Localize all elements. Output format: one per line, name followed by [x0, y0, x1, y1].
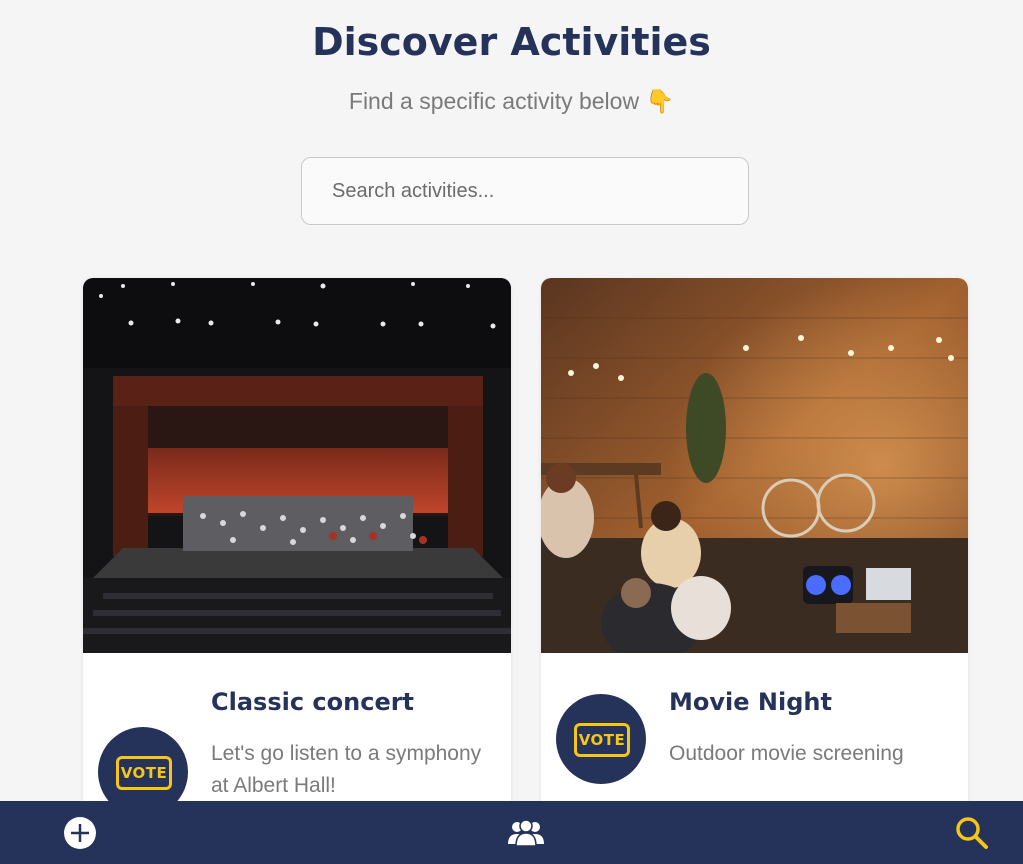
groups-button[interactable]	[496, 801, 556, 864]
activity-card[interactable]: VOTE Classic concert Let's go listen to …	[83, 278, 511, 838]
activity-card[interactable]: VOTE Movie Night Outdoor movie screening	[541, 278, 968, 838]
page-title: Discover Activities	[312, 20, 711, 64]
group-icon	[508, 818, 544, 847]
activity-title: Movie Night	[669, 688, 832, 716]
vote-badge: VOTE	[116, 756, 172, 790]
activity-image-concert	[83, 278, 511, 653]
activity-description: Outdoor movie screening	[669, 742, 904, 765]
activity-title: Classic concert	[211, 688, 415, 716]
plus-circle-icon	[64, 816, 96, 849]
activity-description: Let's go listen to a symphony at Albert …	[211, 742, 482, 797]
search-input[interactable]	[301, 157, 749, 225]
search-nav-button[interactable]	[942, 801, 1002, 864]
page-subtitle: Find a specific activity below 👇	[348, 88, 675, 114]
search-icon	[956, 816, 988, 849]
add-activity-button[interactable]	[50, 801, 110, 864]
vote-badge: VOTE	[574, 723, 630, 757]
vote-button[interactable]: VOTE	[556, 694, 646, 784]
bottom-navigation	[0, 801, 1023, 864]
activity-image-movie-night	[541, 278, 968, 653]
